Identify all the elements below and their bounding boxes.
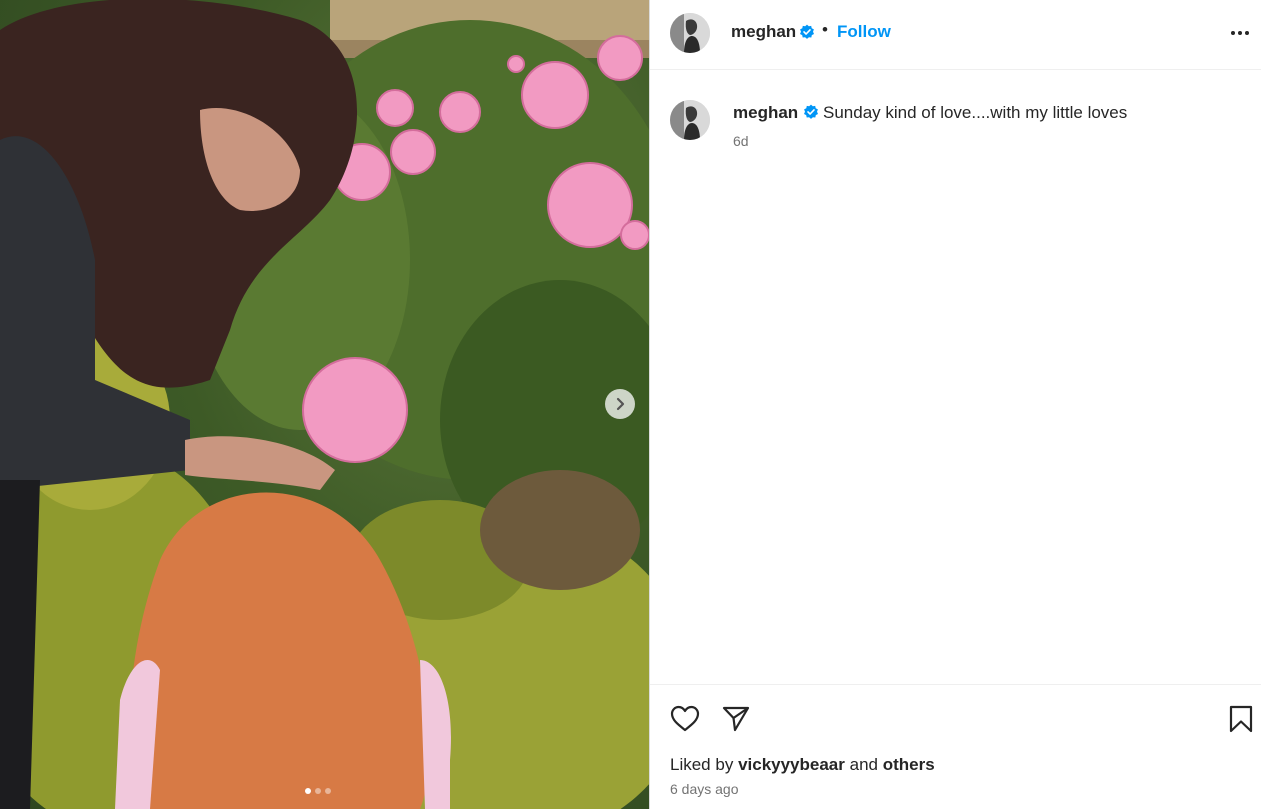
post-media[interactable] [0,0,649,809]
more-options-icon[interactable] [1228,24,1252,42]
heart-icon[interactable] [670,705,700,733]
liked-by-others-link[interactable]: others [883,755,935,774]
post-actions: Liked by vickyyybeaar and others 6 days … [650,684,1261,809]
chevron-right-icon [616,397,625,411]
separator-dot: • [822,20,828,39]
post-header: meghan • Follow [650,0,1261,70]
carousel-dot [325,788,331,794]
carousel-indicator [305,788,331,794]
avatar-image [670,100,710,140]
bookmark-icon[interactable] [1228,705,1254,733]
avatar-image [670,13,710,53]
liked-by-user-link[interactable]: vickyyybeaar [738,755,845,774]
follow-button[interactable]: Follow [837,22,891,42]
carousel-next-button[interactable] [605,389,635,419]
liked-by-and: and [849,755,878,774]
caption-author-avatar[interactable] [670,100,710,140]
carousel-dot [315,788,321,794]
verified-badge-icon [804,104,818,119]
post-side-panel: meghan • Follow meghan Sunday kind of lo… [649,0,1261,809]
carousel-dot [305,788,311,794]
likes-summary: Liked by vickyyybeaar and others [670,755,935,775]
post-date[interactable]: 6 days ago [670,781,739,797]
verified-badge-icon [800,24,814,39]
caption-text: Sunday kind of love....with my little lo… [823,103,1128,122]
author-username[interactable]: meghan [731,22,796,42]
author-avatar[interactable] [670,13,710,53]
liked-by-prefix: Liked by [670,755,734,774]
paper-plane-icon[interactable] [722,705,750,733]
post-photo [0,0,649,809]
caption-author-username[interactable]: meghan [733,103,798,123]
caption-timestamp[interactable]: 6d [733,133,749,149]
